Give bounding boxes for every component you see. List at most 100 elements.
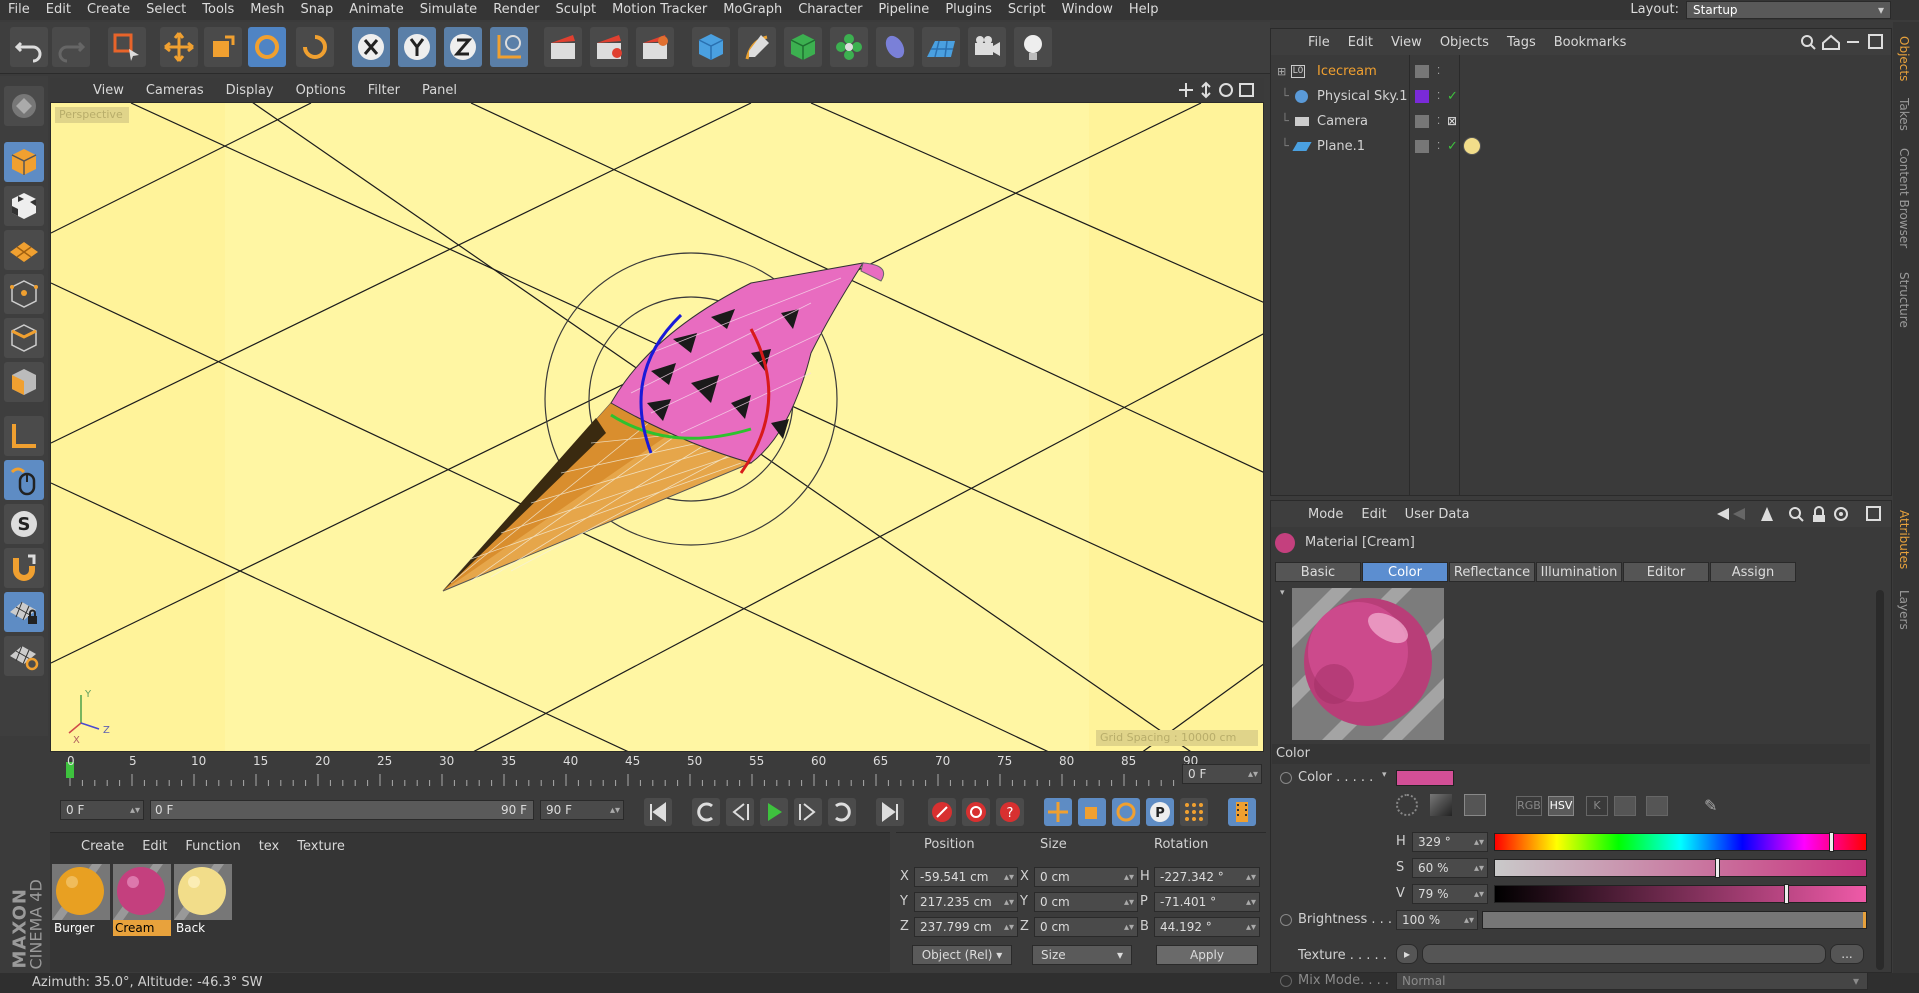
key-position-button[interactable] — [1044, 798, 1072, 826]
side-tab-takes[interactable]: Takes — [1897, 98, 1911, 131]
undo-button[interactable] — [10, 27, 48, 67]
deformer-button[interactable] — [876, 27, 914, 67]
redo-button[interactable] — [52, 27, 90, 67]
tab-basic[interactable]: Basic — [1275, 562, 1361, 582]
color-swatch[interactable] — [1396, 770, 1454, 786]
texture-slot-field[interactable] — [1422, 944, 1826, 964]
previous-key-button[interactable] — [692, 798, 720, 826]
key-parameter-button[interactable]: P — [1146, 798, 1174, 826]
menu-script[interactable]: Script — [1000, 0, 1054, 20]
rotation-p-field[interactable]: -71.401 ° ▴▾ — [1154, 892, 1260, 912]
saturation-slider[interactable] — [1494, 858, 1867, 878]
enabled-check-icon[interactable]: ✓ — [1447, 84, 1458, 109]
attributes-menu-edit[interactable]: Edit — [1352, 507, 1395, 522]
material-preview-sphere[interactable] — [1292, 588, 1444, 740]
previous-frame-button[interactable] — [726, 798, 754, 826]
material-tag-icon[interactable] — [1463, 137, 1481, 155]
go-to-end-button[interactable] — [876, 798, 904, 826]
move-button[interactable] — [160, 27, 198, 67]
floor-button[interactable] — [922, 27, 960, 67]
menu-edit[interactable]: Edit — [38, 0, 79, 20]
record-keys-button[interactable] — [928, 798, 956, 826]
menu-file[interactable]: File — [0, 0, 38, 20]
polygons-mode-button[interactable] — [4, 362, 44, 402]
hsv-mode-button[interactable]: HSV — [1548, 796, 1574, 816]
hue-field[interactable]: 329 ° ▴▾ — [1412, 832, 1488, 852]
size-y-field[interactable]: 0 cm ▴▾ — [1034, 892, 1138, 912]
visibility-dots-icon[interactable]: ⁚ — [1437, 134, 1440, 159]
keyframe-dot-icon[interactable] — [1280, 914, 1292, 926]
planar-workplane-button[interactable] — [4, 636, 44, 676]
3d-viewport[interactable]: X Z Y Perspective Grid Spacing : 10000 c… — [50, 102, 1264, 752]
size-mode-dropdown[interactable]: Size ▾ — [1032, 945, 1132, 965]
menu-window[interactable]: Window — [1054, 0, 1121, 20]
texture-triangle-button[interactable]: ▸ — [1396, 944, 1418, 964]
brightness-field[interactable]: 100 % ▴▾ — [1396, 910, 1478, 930]
object-row-icecream[interactable]: ⊞ L0 Icecream ⁚ — [1271, 59, 1891, 84]
color-collapse-icon[interactable]: ▾ — [1382, 770, 1387, 780]
value-slider[interactable] — [1494, 884, 1867, 904]
material-menu-tex[interactable]: tex — [250, 839, 289, 854]
visibility-dots-icon[interactable]: ⁚ — [1437, 84, 1440, 109]
object-row-physical-sky[interactable]: └ Physical Sky.1 ⁚ ✓ — [1271, 84, 1891, 109]
tab-illumination[interactable]: Illumination — [1536, 562, 1622, 582]
menu-motion-tracker[interactable]: Motion Tracker — [604, 0, 715, 20]
light-button[interactable] — [1014, 27, 1052, 67]
saturation-field[interactable]: 60 % ▴▾ — [1412, 858, 1488, 878]
viewport-navigation-icons[interactable] — [1178, 81, 1256, 99]
end-frame-field[interactable]: 90 F ▴▾ — [540, 800, 624, 820]
rotation-h-field[interactable]: -227.342 ° ▴▾ — [1154, 867, 1260, 887]
size-z-field[interactable]: 0 cm ▴▾ — [1034, 917, 1138, 937]
attributes-scrollbar[interactable] — [1876, 590, 1884, 970]
visibility-dots-icon[interactable]: ⁚ — [1437, 59, 1440, 84]
image-picker-icon[interactable] — [1464, 794, 1486, 816]
tab-editor[interactable]: Editor — [1623, 562, 1709, 582]
slider-knob[interactable] — [1784, 884, 1790, 904]
material-swatch-burger[interactable]: Burger — [52, 864, 110, 936]
material-menu-function[interactable]: Function — [176, 839, 249, 854]
mix-mode-dropdown[interactable]: Normal ▾ — [1396, 972, 1868, 990]
mixer-icon[interactable] — [1614, 796, 1636, 816]
viewport-menu-view[interactable]: View — [82, 83, 135, 98]
pen-spline-button[interactable] — [738, 27, 776, 67]
timeline-ruler[interactable]: 0 5 10 15 20 25 30 35 40 45 50 55 60 65 70 75 80 85 90 0 F… — [50, 754, 1264, 794]
hue-slider[interactable] — [1494, 832, 1867, 852]
z-axis-button[interactable] — [444, 27, 482, 67]
current-frame-field[interactable]: 0 F ▴▾ — [1182, 764, 1262, 784]
objects-menu-tags[interactable]: Tags — [1498, 35, 1545, 50]
viewport-menu-filter[interactable]: Filter — [357, 83, 411, 98]
tweak-mode-button[interactable] — [4, 460, 44, 500]
side-tab-layers[interactable]: Layers — [1897, 590, 1911, 630]
slider-knob[interactable] — [1829, 832, 1835, 852]
menu-render[interactable]: Render — [485, 0, 547, 20]
viewport-menu-panel[interactable]: Panel — [411, 83, 468, 98]
render-picture-viewer-button[interactable] — [590, 27, 628, 67]
viewport-menu-display[interactable]: Display — [215, 83, 285, 98]
tab-reflectance[interactable]: Reflectance — [1449, 562, 1535, 582]
position-x-field[interactable]: -59.541 cm ▴▾ — [914, 867, 1018, 887]
menu-simulate[interactable]: Simulate — [412, 0, 485, 20]
live-selection-button[interactable] — [108, 27, 146, 67]
value-field[interactable]: 79 % ▴▾ — [1412, 884, 1488, 904]
objects-menu-objects[interactable]: Objects — [1431, 35, 1498, 50]
preview-collapse-icon[interactable]: ▾ — [1280, 588, 1285, 598]
objects-menu-edit[interactable]: Edit — [1339, 35, 1382, 50]
keyframe-selection-button[interactable]: ? — [996, 798, 1024, 826]
size-x-field[interactable]: 0 cm ▴▾ — [1034, 867, 1138, 887]
menu-pipeline[interactable]: Pipeline — [870, 0, 937, 20]
key-scale-button[interactable] — [1078, 798, 1106, 826]
menu-mesh[interactable]: Mesh — [242, 0, 292, 20]
rotation-b-field[interactable]: 44.192 ° ▴▾ — [1154, 917, 1260, 937]
slider-knob[interactable] — [1714, 858, 1720, 878]
edges-mode-button[interactable] — [4, 318, 44, 358]
points-mode-button[interactable] — [4, 274, 44, 314]
objects-menu-file[interactable]: File — [1299, 35, 1339, 50]
keyframe-dot-icon[interactable] — [1280, 772, 1292, 784]
texture-more-button[interactable]: ... — [1830, 944, 1864, 964]
x-axis-button[interactable] — [352, 27, 390, 67]
material-menu-texture[interactable]: Texture — [288, 839, 354, 854]
cloner-button[interactable] — [830, 27, 868, 67]
menu-help[interactable]: Help — [1121, 0, 1167, 20]
visibility-dots-icon[interactable]: ⁚ — [1437, 109, 1440, 134]
menu-select[interactable]: Select — [138, 0, 194, 20]
